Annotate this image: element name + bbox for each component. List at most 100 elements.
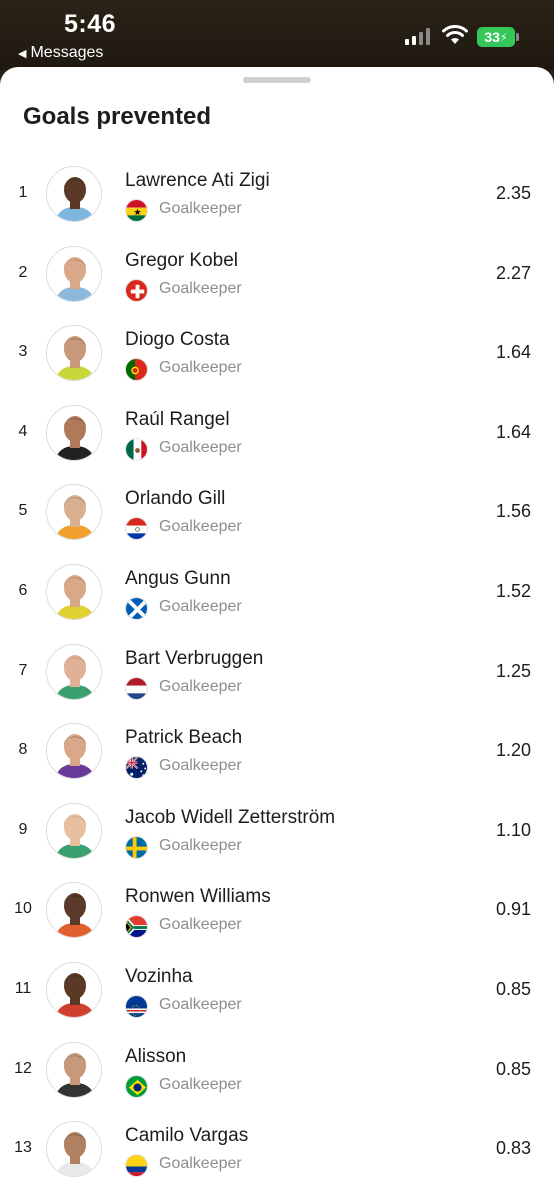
- player-row[interactable]: 1 Lawrence Ati Zigi Goalkeeper 2.35: [0, 162, 554, 242]
- rank-number: 4: [18, 422, 28, 440]
- player-row[interactable]: 6 Angus Gunn Goalkeeper 1.52: [0, 560, 554, 640]
- goals-prevented-value: 1.52: [495, 580, 531, 601]
- player-avatar: [46, 723, 102, 780]
- player-avatar: [46, 882, 102, 939]
- goals-prevented-value: 1.64: [495, 342, 531, 363]
- rank-number: 9: [18, 820, 28, 838]
- player-row[interactable]: 4 Raúl Rangel Goalkeeper 1.64: [0, 401, 554, 481]
- player-list: 1 Lawrence Ati Zigi Goalkeeper 2.35 2 Gregor …: [0, 162, 554, 1197]
- switzerland-flag-icon: [125, 278, 148, 302]
- player-name: Raúl Rangel: [125, 408, 230, 430]
- goals-prevented-value: 0.85: [495, 1058, 531, 1079]
- paraguay-flag-icon: [125, 517, 148, 541]
- player-name: Vozinha: [125, 965, 193, 987]
- back-to-messages-link[interactable]: ◀ Messages: [18, 44, 103, 62]
- mexico-flag-icon: [125, 437, 148, 461]
- player-avatar: [46, 802, 102, 859]
- player-name: Patrick Beach: [125, 727, 243, 749]
- goals-prevented-value: 2.35: [495, 183, 531, 203]
- goals-prevented-value: 1.10: [495, 819, 531, 840]
- modal-sheet: Goals prevented 1 Lawrence Ati Zigi Goalke…: [0, 67, 554, 1200]
- goals-prevented-value: 0.91: [495, 899, 531, 920]
- back-label: Messages: [30, 44, 104, 61]
- player-position: Goalkeeper: [159, 438, 242, 456]
- battery-level: 33: [484, 29, 500, 45]
- player-position: Goalkeeper: [159, 200, 242, 217]
- player-avatar: [46, 245, 102, 302]
- player-row[interactable]: 9 Jacob Widell Zetterström Goalkeeper 1.10: [0, 799, 554, 879]
- player-avatar: [46, 1121, 102, 1178]
- colombia-flag-icon: [125, 1154, 148, 1178]
- status-time: 5:46: [64, 10, 117, 38]
- player-name: Diogo Costa: [125, 329, 230, 351]
- player-row[interactable]: 12 Alisson Goalkeeper 0.85: [0, 1038, 554, 1118]
- player-avatar: [46, 166, 102, 222]
- netherlands-flag-icon: [125, 676, 148, 700]
- player-position: Goalkeeper: [159, 518, 242, 536]
- player-row[interactable]: 2 Gregor Kobel Goalkeeper 2.27: [0, 242, 554, 322]
- player-name: Angus Gunn: [125, 567, 231, 589]
- page-title: Goals prevented: [23, 103, 212, 130]
- player-row[interactable]: 3 Diogo Costa Goalkeeper 1.64: [0, 321, 554, 401]
- player-position: Goalkeeper: [159, 279, 242, 297]
- player-position: Goalkeeper: [159, 1155, 242, 1173]
- rank-number: 13: [14, 1139, 32, 1157]
- player-position: Goalkeeper: [159, 359, 242, 377]
- player-avatar: [46, 643, 102, 700]
- player-row[interactable]: 11 Vozinha Goalkeeper 0.85: [0, 958, 554, 1038]
- player-name: Bart Verbruggen: [125, 647, 264, 669]
- cellular-signal-icon: [405, 27, 430, 45]
- capeverde-flag-icon: [125, 994, 148, 1018]
- scotland-flag-icon: [125, 596, 148, 620]
- rank-number: 1: [18, 184, 28, 201]
- player-position: Goalkeeper: [159, 597, 242, 615]
- rank-number: 7: [18, 661, 28, 679]
- brazil-flag-icon: [125, 1074, 148, 1098]
- player-name: Ronwen Williams: [125, 886, 271, 908]
- player-position: Goalkeeper: [159, 995, 242, 1013]
- player-position: Goalkeeper: [159, 836, 242, 854]
- wifi-icon: [442, 25, 468, 44]
- sweden-flag-icon: [125, 835, 148, 859]
- player-name: Alisson: [125, 1045, 187, 1067]
- goals-prevented-value: 0.85: [495, 978, 531, 999]
- player-name: Camilo Vargas: [125, 1125, 249, 1147]
- player-row[interactable]: 5 Orlando Gill Goalkeeper 1.56: [0, 480, 554, 560]
- goals-prevented-value: 1.25: [495, 660, 531, 681]
- player-avatar: [46, 484, 102, 541]
- player-row[interactable]: 10 Ronwen Williams Goalkeeper 0.91: [0, 878, 554, 958]
- rank-number: 10: [14, 900, 32, 918]
- goals-prevented-value: 0.83: [495, 1138, 531, 1159]
- portugal-flag-icon: [125, 358, 148, 382]
- australia-flag-icon: [125, 756, 148, 780]
- player-position: Goalkeeper: [159, 916, 242, 934]
- player-position: Goalkeeper: [159, 757, 242, 775]
- rank-number: 12: [14, 1059, 32, 1077]
- player-name: Orlando Gill: [125, 488, 226, 510]
- player-name: Gregor Kobel: [125, 249, 239, 271]
- rank-number: 6: [18, 581, 28, 599]
- southafrica-flag-icon: [125, 915, 148, 939]
- rank-number: 11: [14, 979, 32, 997]
- goals-prevented-value: 2.27: [495, 262, 531, 283]
- player-avatar: [46, 563, 102, 620]
- player-avatar: [46, 1041, 102, 1098]
- player-avatar: [46, 404, 102, 461]
- player-row[interactable]: 13 Camilo Vargas Goalkeeper 0.83: [0, 1117, 554, 1197]
- player-row[interactable]: 8 Patrick Beach Goalkeeper 1.20: [0, 719, 554, 799]
- player-name: Lawrence Ati Zigi: [125, 170, 270, 191]
- player-name: Jacob Widell Zetterström: [125, 806, 336, 828]
- player-avatar: [46, 961, 102, 1018]
- player-row[interactable]: 7 Bart Verbruggen Goalkeeper 1.25: [0, 640, 554, 720]
- sheet-grabber[interactable]: [243, 77, 311, 83]
- ghana-flag-icon: [125, 199, 148, 222]
- status-bar: 5:46 ◀ Messages 33 ⚡: [0, 0, 554, 70]
- goals-prevented-value: 1.56: [495, 501, 531, 522]
- player-position: Goalkeeper: [159, 677, 242, 695]
- back-arrow-icon: ◀: [18, 47, 27, 60]
- rank-number: 2: [18, 263, 28, 281]
- player-position: Goalkeeper: [159, 1075, 242, 1093]
- rank-number: 5: [18, 502, 28, 520]
- battery-icon: 33 ⚡: [477, 27, 519, 47]
- goals-prevented-value: 1.20: [495, 740, 531, 761]
